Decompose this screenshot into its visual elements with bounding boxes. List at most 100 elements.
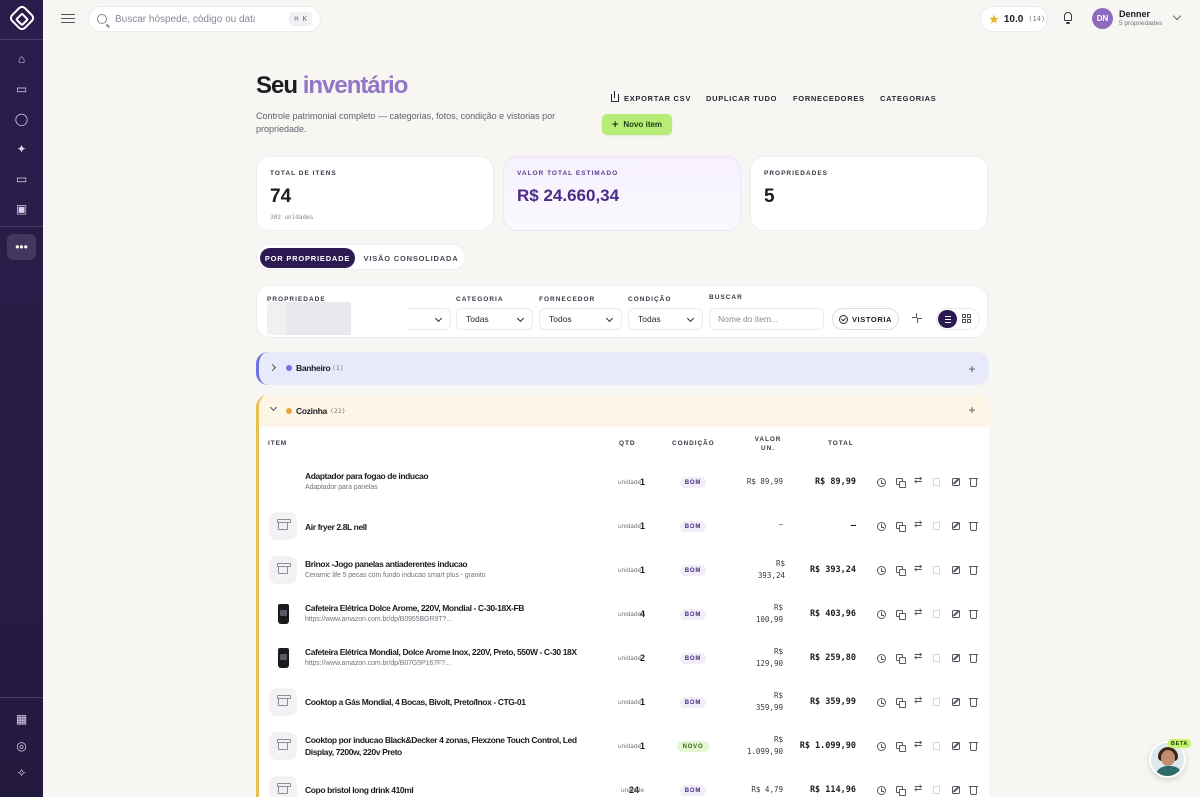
disabled-action-icon bbox=[933, 654, 940, 662]
tab-consolidated[interactable]: VISÃO CONSOLIDADA bbox=[357, 248, 465, 268]
row-actions bbox=[877, 563, 978, 576]
history-icon[interactable] bbox=[877, 478, 886, 487]
bell-icon[interactable] bbox=[1062, 12, 1074, 24]
list-view-icon[interactable] bbox=[938, 310, 957, 328]
history-icon[interactable] bbox=[877, 654, 886, 663]
tab-by-property[interactable]: POR PROPRIEDADE bbox=[260, 248, 355, 268]
row-total: R$ 359,99 bbox=[809, 697, 856, 707]
collapse-icon[interactable] bbox=[912, 313, 922, 323]
chat-icon[interactable]: ◯ bbox=[7, 106, 36, 132]
duplicate-all-button[interactable]: DUPLICAR TUDO bbox=[706, 90, 777, 106]
history-icon[interactable] bbox=[877, 742, 886, 751]
table-row[interactable]: Adaptador para fogao de inducao Adaptado… bbox=[259, 460, 989, 504]
add-icon[interactable]: + bbox=[966, 404, 978, 416]
category-select[interactable]: Todas bbox=[456, 308, 533, 330]
building-icon[interactable]: ▦ bbox=[7, 706, 36, 732]
reports-icon[interactable]: ▣ bbox=[7, 196, 36, 222]
duplicate-icon[interactable] bbox=[896, 698, 906, 708]
search-icon bbox=[97, 14, 107, 24]
magic-icon[interactable]: ✧ bbox=[7, 760, 36, 786]
inspection-button[interactable]: VISTORIA bbox=[832, 308, 899, 330]
avatar[interactable]: DN bbox=[1092, 8, 1113, 29]
help-icon[interactable]: ◎ bbox=[7, 733, 36, 759]
chevron-down-icon[interactable] bbox=[269, 403, 278, 412]
history-icon[interactable] bbox=[877, 522, 886, 531]
table-row[interactable]: Air fryer 2.8L nell 1 unidade BOM — — bbox=[259, 504, 989, 548]
calendar-icon[interactable]: ▭ bbox=[7, 76, 36, 102]
property-image-placeholder bbox=[287, 302, 351, 335]
transfer-icon[interactable] bbox=[914, 783, 924, 795]
supplier-select[interactable]: Todos bbox=[539, 308, 622, 330]
transfer-icon[interactable] bbox=[914, 519, 924, 531]
property-select[interactable] bbox=[407, 308, 451, 330]
trash-icon[interactable] bbox=[969, 610, 978, 619]
shortcut-hint: ⌘ K bbox=[289, 12, 312, 26]
transfer-icon[interactable] bbox=[914, 695, 924, 707]
edit-icon[interactable] bbox=[952, 786, 960, 794]
edit-icon[interactable] bbox=[952, 654, 960, 662]
transfer-icon[interactable] bbox=[914, 739, 924, 751]
duplicate-icon[interactable] bbox=[896, 742, 906, 752]
sparkles-icon[interactable]: ✦ bbox=[7, 136, 36, 162]
item-thumbnail bbox=[269, 776, 297, 797]
duplicate-icon[interactable] bbox=[896, 522, 906, 532]
row-actions bbox=[877, 783, 978, 796]
row-actions bbox=[877, 695, 978, 708]
chevron-down-icon[interactable] bbox=[1172, 11, 1182, 21]
trash-icon[interactable] bbox=[969, 522, 978, 531]
export-csv-button[interactable]: EXPORTAR CSV bbox=[611, 90, 691, 106]
duplicate-icon[interactable] bbox=[896, 610, 906, 620]
home-icon[interactable]: ⌂ bbox=[7, 46, 36, 72]
history-icon[interactable] bbox=[877, 610, 886, 619]
trash-icon[interactable] bbox=[969, 786, 978, 795]
trash-icon[interactable] bbox=[969, 698, 978, 707]
table-row[interactable]: Cafeteira Elétrica Dolce Arome, 220V, Mo… bbox=[259, 592, 989, 636]
rating-badge[interactable]: ★ 10.0 (14) bbox=[980, 6, 1048, 32]
item-search-input[interactable] bbox=[709, 308, 824, 330]
history-icon[interactable] bbox=[877, 566, 886, 575]
user-name[interactable]: Denner bbox=[1119, 9, 1150, 19]
app-logo[interactable] bbox=[7, 3, 37, 33]
table-row[interactable]: Brinox -Jogo panelas antiaderentes induc… bbox=[259, 548, 989, 592]
duplicate-icon[interactable] bbox=[896, 654, 906, 664]
trash-icon[interactable] bbox=[969, 742, 978, 751]
history-icon[interactable] bbox=[877, 698, 886, 707]
duplicate-icon[interactable] bbox=[896, 566, 906, 576]
chevron-right-icon[interactable] bbox=[268, 363, 277, 372]
group-header[interactable]: Cozinha (22) + bbox=[259, 395, 989, 427]
edit-icon[interactable] bbox=[952, 742, 960, 750]
categories-button[interactable]: CATEGORIAS bbox=[880, 90, 936, 106]
edit-icon[interactable] bbox=[952, 478, 960, 486]
table-row[interactable]: Cooktop a Gás Mondial, 4 Bocas, Bivolt, … bbox=[259, 680, 989, 724]
table-row[interactable]: Cafeteira Elétrica Mondial, Dolce Arome … bbox=[259, 636, 989, 680]
duplicate-icon[interactable] bbox=[896, 786, 906, 796]
menu-icon[interactable] bbox=[61, 11, 75, 25]
edit-icon[interactable] bbox=[952, 522, 960, 530]
edit-icon[interactable] bbox=[952, 610, 960, 618]
global-search[interactable]: ⌘ K bbox=[88, 6, 321, 32]
trash-icon[interactable] bbox=[969, 566, 978, 575]
transfer-icon[interactable] bbox=[914, 607, 924, 619]
more-icon[interactable]: ••• bbox=[7, 234, 36, 260]
trash-icon[interactable] bbox=[969, 654, 978, 663]
disabled-action-icon bbox=[933, 522, 940, 530]
transfer-icon[interactable] bbox=[914, 651, 924, 663]
transfer-icon[interactable] bbox=[914, 563, 924, 575]
table-row[interactable]: Copo bristol long drink 410ml 24 unidade… bbox=[259, 768, 989, 797]
transfer-icon[interactable] bbox=[914, 475, 924, 487]
condition-select[interactable]: Todas bbox=[628, 308, 703, 330]
trash-icon[interactable] bbox=[969, 478, 978, 487]
schedule-icon[interactable]: ▭ bbox=[7, 166, 36, 192]
add-icon[interactable]: + bbox=[966, 363, 978, 375]
suppliers-button[interactable]: FORNECEDORES bbox=[793, 90, 865, 106]
grid-view-icon[interactable] bbox=[962, 314, 971, 323]
global-search-input[interactable] bbox=[115, 13, 255, 25]
chevron-down-icon bbox=[686, 314, 695, 323]
edit-icon[interactable] bbox=[952, 698, 960, 706]
history-icon[interactable] bbox=[877, 786, 886, 795]
duplicate-icon[interactable] bbox=[896, 478, 906, 488]
table-row[interactable]: Cooktop por inducao Black&Decker 4 zonas… bbox=[259, 724, 989, 768]
edit-icon[interactable] bbox=[952, 566, 960, 574]
group-banheiro[interactable]: Banheiro (1) + bbox=[256, 352, 989, 385]
new-item-button[interactable]: + Novo item bbox=[602, 114, 672, 135]
